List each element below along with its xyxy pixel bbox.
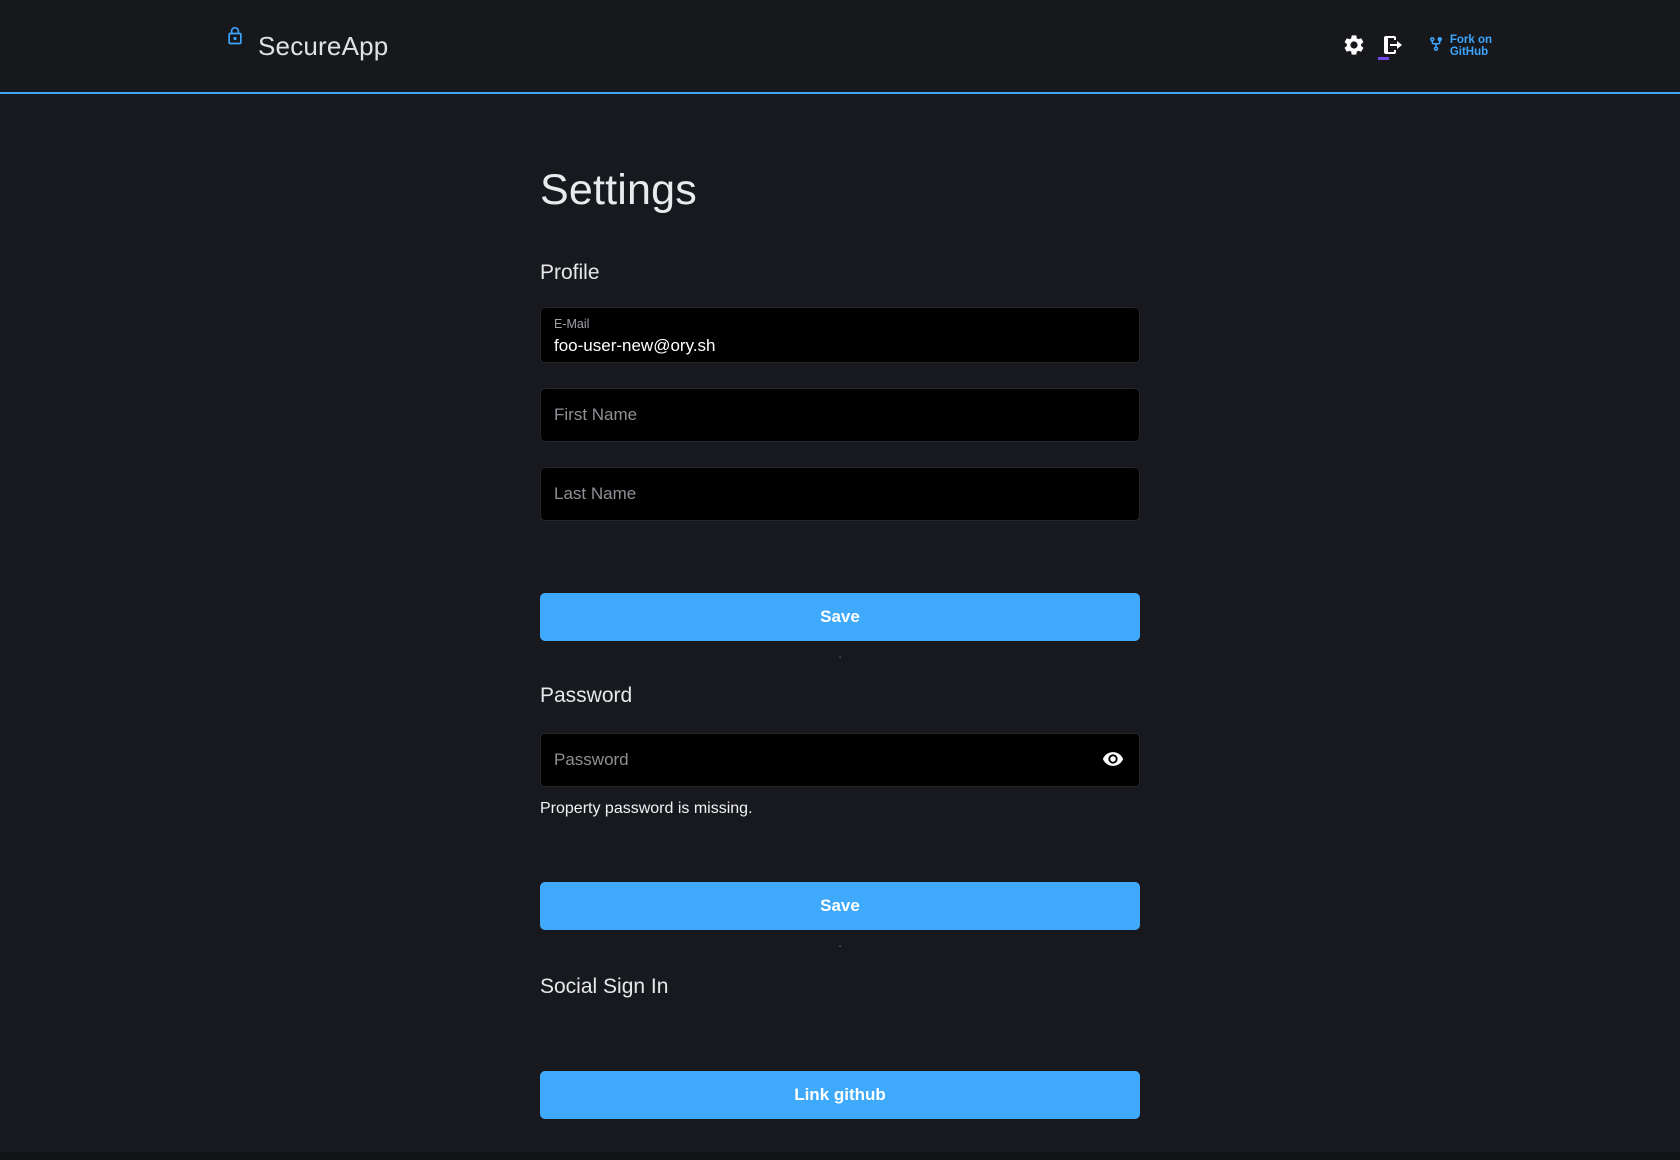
gear-icon <box>1342 33 1366 60</box>
social-sign-in-heading: Social Sign In <box>540 975 1140 999</box>
settings-page: Settings Profile E-Mail Save . Password … <box>540 166 1140 1119</box>
lock-icon <box>225 23 245 54</box>
profile-form-message-dot: . <box>540 646 1140 660</box>
link-github-button[interactable]: Link github <box>540 1071 1140 1119</box>
gear-underline-mark <box>1378 57 1389 60</box>
password-heading: Password <box>540 684 1140 708</box>
settings-button[interactable] <box>1341 33 1367 59</box>
fork-on-github-link[interactable]: Fork on GitHub <box>1428 34 1492 59</box>
profile-heading: Profile <box>540 261 1140 285</box>
first-name-input[interactable] <box>541 389 1139 441</box>
last-name-field-box <box>540 467 1140 521</box>
fork-icon <box>1428 36 1444 57</box>
email-field-box: E-Mail <box>540 307 1140 363</box>
password-form-message-dot: . <box>540 935 1140 949</box>
navbar: SecureApp For <box>0 0 1680 94</box>
brand-name: SecureApp <box>258 31 388 62</box>
password-error-message: Property password is missing. <box>540 800 1140 818</box>
eye-icon <box>1102 748 1124 773</box>
logout-icon <box>1381 33 1405 60</box>
save-password-button[interactable]: Save <box>540 882 1140 930</box>
email-field-label: E-Mail <box>554 316 1126 332</box>
brand-logo[interactable]: SecureApp <box>225 31 388 62</box>
navbar-actions: Fork on GitHub <box>1341 33 1492 59</box>
footer-strip <box>0 1152 1680 1160</box>
first-name-field-box <box>540 388 1140 442</box>
logout-button[interactable] <box>1380 33 1406 59</box>
last-name-input[interactable] <box>541 468 1139 520</box>
page-title: Settings <box>540 166 1140 215</box>
fork-link-text: Fork on GitHub <box>1450 34 1492 59</box>
password-input[interactable] <box>541 734 1139 786</box>
toggle-password-visibility-button[interactable] <box>1100 747 1126 773</box>
password-field-box <box>540 733 1140 787</box>
save-profile-button[interactable]: Save <box>540 593 1140 641</box>
email-input[interactable] <box>554 332 1126 358</box>
